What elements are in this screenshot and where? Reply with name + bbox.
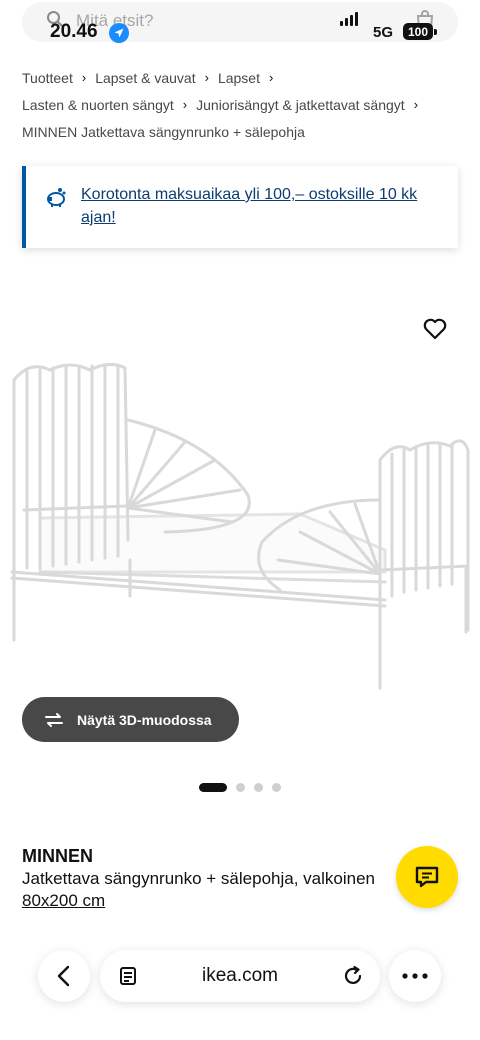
product-image[interactable] xyxy=(0,300,480,700)
browser-toolbar: ikea.com xyxy=(0,930,480,1040)
network-label: 5G xyxy=(373,24,394,41)
battery-level: 100 xyxy=(407,24,429,39)
carousel-indicator xyxy=(199,782,290,792)
product-size-link[interactable]: 80x200 cm xyxy=(22,891,105,911)
promo-banner[interactable]: Korotonta maksuaikaa yli 100,– ostoksill… xyxy=(22,166,458,248)
url-text[interactable]: ikea.com xyxy=(100,965,380,987)
chat-button[interactable] xyxy=(396,846,458,908)
promo-link[interactable]: Korotonta maksuaikaa yli 100,– ostoksill… xyxy=(81,183,441,229)
view-3d-label[interactable]: Näytä 3D-muodossa xyxy=(77,712,212,728)
back-button[interactable] xyxy=(38,950,90,1002)
view-3d-button[interactable]: Näytä 3D-muodossa xyxy=(22,697,239,742)
more-button[interactable] xyxy=(389,950,441,1002)
heart-icon[interactable] xyxy=(422,316,448,342)
breadcrumb-kids-babies[interactable]: Lapset & vauvat xyxy=(95,70,195,86)
product-name: MINNEN xyxy=(22,846,93,866)
chevron-right-icon: › xyxy=(269,70,274,85)
address-bar[interactable]: ikea.com xyxy=(100,950,380,1002)
breadcrumb-junior-beds[interactable]: Juniorisängyt & jatkettavat sängyt xyxy=(196,97,405,113)
chevron-right-icon: › xyxy=(413,97,419,112)
battery-tip xyxy=(434,29,437,35)
piggy-bank-icon xyxy=(47,188,66,207)
more-icon xyxy=(402,973,428,979)
breadcrumb-products[interactable]: Tuotteet xyxy=(22,70,73,86)
carousel-dot[interactable] xyxy=(254,782,263,792)
chevron-right-icon: › xyxy=(182,97,188,112)
carousel-dot[interactable] xyxy=(272,782,281,792)
breadcrumb: Tuotteet › Lapset & vauvat › Lapset › Laste… xyxy=(22,64,462,145)
chat-icon xyxy=(415,866,439,888)
product-description: Jatkettava sängynrunko + sälepohja, valk… xyxy=(22,869,375,888)
chevron-left-icon xyxy=(57,965,70,987)
carousel-dot[interactable] xyxy=(236,782,245,792)
breadcrumb-kids-beds[interactable]: Lasten & nuorten sängyt xyxy=(22,97,174,113)
clock: 20.46 xyxy=(50,21,98,42)
top-bar: Mitä etsit? 20.46 5G 100 xyxy=(0,0,480,52)
chevron-right-icon: › xyxy=(204,70,209,85)
reload-icon[interactable] xyxy=(342,965,364,987)
battery-icon: 100 xyxy=(403,23,433,40)
breadcrumb-kids[interactable]: Lapset xyxy=(218,70,260,86)
rotate-3d-icon xyxy=(45,712,63,727)
location-arrow-icon xyxy=(109,23,129,43)
breadcrumb-current: MINNEN Jatkettava sängynrunko + sälepohj… xyxy=(22,123,305,140)
carousel-dot[interactable] xyxy=(199,782,227,792)
chevron-right-icon: › xyxy=(81,70,87,85)
